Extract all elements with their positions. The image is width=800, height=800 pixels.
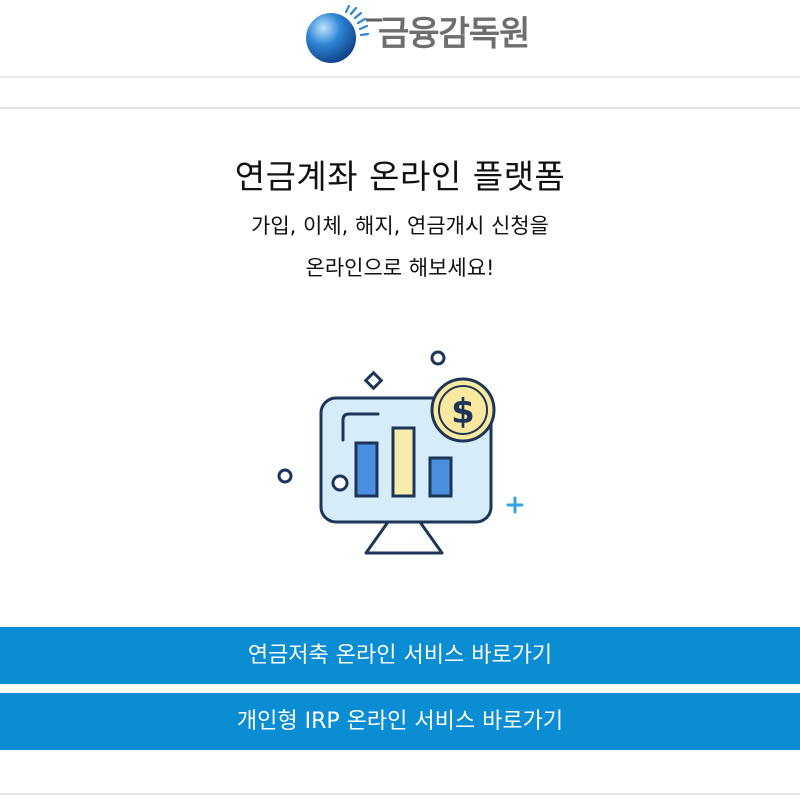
dollar-sign: $ [451,392,475,432]
pension-savings-online-button[interactable]: 연금저축 온라인 서비스 바로가기 [0,627,800,684]
sparkle-circle-icon [277,468,293,484]
fss-globe-logo-icon [306,4,382,63]
chart-bar-icon [428,456,453,498]
page-title: 연금계좌 온라인 플랫폼 [234,157,566,196]
fss-logo[interactable]: 금융감독원 [302,4,530,64]
header-spacer [0,78,800,108]
footer-divider [0,793,800,795]
monitor-bar-chart-dollar-icon: $ [270,340,540,560]
sparkle-circle-icon [430,350,446,366]
subtitle-line-1: 가입, 이체, 해지, 연금개시 신청을 [251,214,549,238]
sparkle-diamond-icon [363,370,384,391]
chart-bar-icon [391,426,416,498]
page: 금융감독원 연금계좌 온라인 플랫폼 가입, 이체, 해지, 연금개시 신청을 … [0,0,800,800]
logo-text: 금융감독원 [378,14,530,54]
sparkle-plus-icon [506,496,524,514]
header: 금융감독원 [0,0,800,76]
irp-online-button[interactable]: 개인형 IRP 온라인 서비스 바로가기 [0,693,800,750]
monitor-stand-icon [364,520,444,555]
section-divider [0,107,800,109]
subtitle-line-2: 온라인으로 해보세요! [305,256,495,280]
chart-bar-icon [354,441,379,498]
